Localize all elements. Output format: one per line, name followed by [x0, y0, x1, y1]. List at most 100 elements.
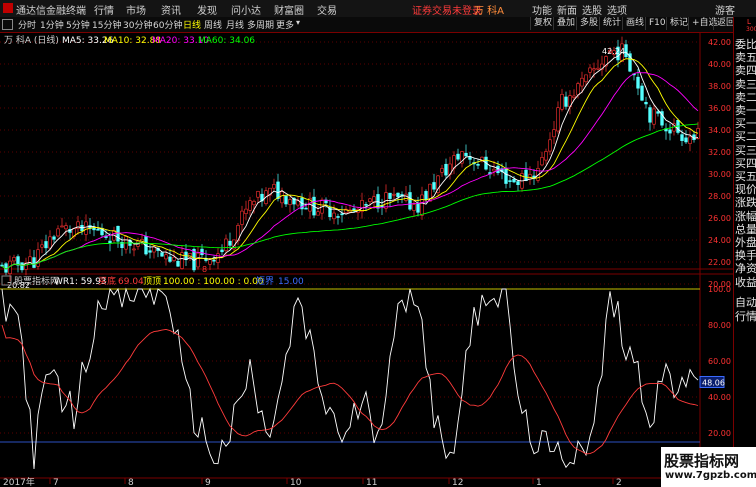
- ma60-label: MA60: 34.06: [198, 36, 255, 46]
- candle-body: [12, 257, 16, 262]
- button-f10[interactable]: F10: [645, 17, 666, 30]
- candle-body: [416, 203, 420, 213]
- menu-quotes[interactable]: 行情: [94, 2, 114, 17]
- period-multi[interactable]: 多周期: [247, 18, 274, 31]
- period-1min[interactable]: 1分钟: [40, 18, 64, 31]
- button-multi-stock[interactable]: 多股: [576, 17, 598, 30]
- candle-body: [668, 129, 672, 134]
- candle-body: [52, 236, 56, 240]
- candle-body: [132, 248, 136, 251]
- current-value-label: 48.06: [702, 378, 725, 387]
- menu-discover[interactable]: 发现: [197, 2, 217, 17]
- panel-toggle-icon[interactable]: [2, 19, 13, 30]
- candle-body: [504, 168, 508, 184]
- candle-body: [176, 260, 180, 267]
- period-15min[interactable]: 15分钟: [92, 18, 121, 31]
- chevron-down-icon[interactable]: ▾: [296, 18, 300, 27]
- candle-body: [220, 249, 224, 253]
- x-tick-label: 12: [452, 478, 463, 487]
- candle-body: [560, 93, 564, 110]
- period-5min[interactable]: 5分钟: [66, 18, 90, 31]
- candle-body: [48, 236, 52, 249]
- candle-body: [516, 181, 520, 185]
- period-more[interactable]: 更多: [276, 18, 294, 31]
- price-tick-label: 26.00: [708, 214, 731, 223]
- menu-new-page[interactable]: 新面: [557, 2, 577, 17]
- user-guest[interactable]: 游客: [715, 2, 735, 17]
- candle-body: [368, 198, 372, 202]
- period-30min[interactable]: 30分钟: [123, 18, 152, 31]
- app-logo-icon: [3, 3, 13, 13]
- menu-functions[interactable]: 功能: [532, 2, 552, 17]
- price-tick-label: 42.00: [708, 38, 731, 47]
- x-tick-label: 8: [128, 478, 134, 487]
- period-toolbar: 分时 1分钟 5分钟 15分钟 30分钟 60分钟 日线 周线 月线 多周期 更…: [0, 17, 756, 33]
- candle-body: [20, 262, 24, 271]
- period-daily[interactable]: 日线: [183, 18, 201, 31]
- button-mark[interactable]: 标记: [666, 17, 688, 30]
- chart-grid: [0, 32, 735, 479]
- button-back[interactable]: 返回: [713, 17, 735, 30]
- button-statistics[interactable]: 统计: [599, 17, 621, 30]
- candle-body: [580, 77, 584, 87]
- candle-body: [456, 153, 460, 160]
- candle-body: [680, 134, 684, 141]
- candle-body: [168, 256, 172, 262]
- candle-body: [200, 248, 204, 256]
- indicator-name[interactable]: 股票指标网: [14, 275, 59, 287]
- menu-trade[interactable]: 交易: [317, 2, 337, 17]
- menu-stock-picker[interactable]: 选股: [582, 2, 602, 17]
- candle-body: [544, 151, 548, 161]
- candle-body: [96, 229, 100, 231]
- candle-body: [388, 192, 392, 199]
- period-tick[interactable]: 分时: [18, 18, 36, 31]
- menu-bar: 通达信金融终端 行情 市场 资讯 发现 问小达 财富圈 交易 证券交易未登录 万…: [0, 0, 756, 18]
- candle-body: [364, 204, 368, 206]
- app-title: 通达信金融终端: [16, 6, 86, 17]
- sell-text: 顶顶: [143, 276, 161, 287]
- period-60min[interactable]: 60分钟: [153, 18, 182, 31]
- indicator-tick-label: 60.00: [708, 357, 731, 366]
- candle-body: [36, 249, 40, 267]
- candle-body: [412, 204, 416, 211]
- price-tick-label: 36.00: [708, 104, 731, 113]
- side-bottom-item[interactable]: 行情: [735, 308, 756, 324]
- candle-body: [644, 102, 648, 105]
- button-overlay[interactable]: 叠加: [553, 17, 575, 30]
- candle-body: [256, 191, 260, 198]
- candle-body: [16, 256, 20, 266]
- candle-body: [360, 200, 364, 212]
- candle-body: [592, 68, 596, 71]
- button-adjust[interactable]: 复权: [530, 17, 552, 30]
- candle-body: [276, 181, 280, 199]
- candle-body: [640, 85, 644, 101]
- kline-chart[interactable]: 万 科A (日线) MA5: 33.26 MA10: 32.88 MA20: 3…: [0, 32, 735, 487]
- candle-body: [172, 256, 176, 261]
- candle-body: [40, 244, 44, 248]
- period-monthly[interactable]: 月线: [226, 18, 244, 31]
- candle-body: [512, 178, 516, 183]
- candle-body: [248, 200, 252, 211]
- menu-options[interactable]: 选项: [607, 2, 627, 17]
- indicator-tick-label: 40.00: [708, 393, 731, 402]
- price-tick-label: 30.00: [708, 170, 731, 179]
- candle-body: [60, 225, 64, 228]
- candle-body: [408, 192, 412, 210]
- candle-body: [556, 107, 560, 132]
- candle-body: [284, 195, 288, 205]
- candle-body: [288, 199, 292, 205]
- menu-news[interactable]: 资讯: [161, 2, 181, 17]
- candle-body: [304, 207, 308, 210]
- candle-body: [224, 238, 228, 251]
- price-tick-label: 40.00: [708, 60, 731, 69]
- x-tick-label: 11: [366, 478, 377, 487]
- menu-wealth-circle[interactable]: 财富圈: [274, 2, 304, 17]
- login-status[interactable]: 证券交易未登录: [412, 2, 482, 17]
- indicator-tick-label: 20.00: [708, 429, 731, 438]
- menu-market[interactable]: 市场: [126, 2, 146, 17]
- side-item[interactable]: 收益: [735, 274, 756, 290]
- candle-body: [420, 194, 424, 216]
- menu-ask-xiaoda[interactable]: 问小达: [231, 2, 261, 17]
- period-weekly[interactable]: 周线: [204, 18, 222, 31]
- button-draw[interactable]: 画线: [622, 17, 644, 30]
